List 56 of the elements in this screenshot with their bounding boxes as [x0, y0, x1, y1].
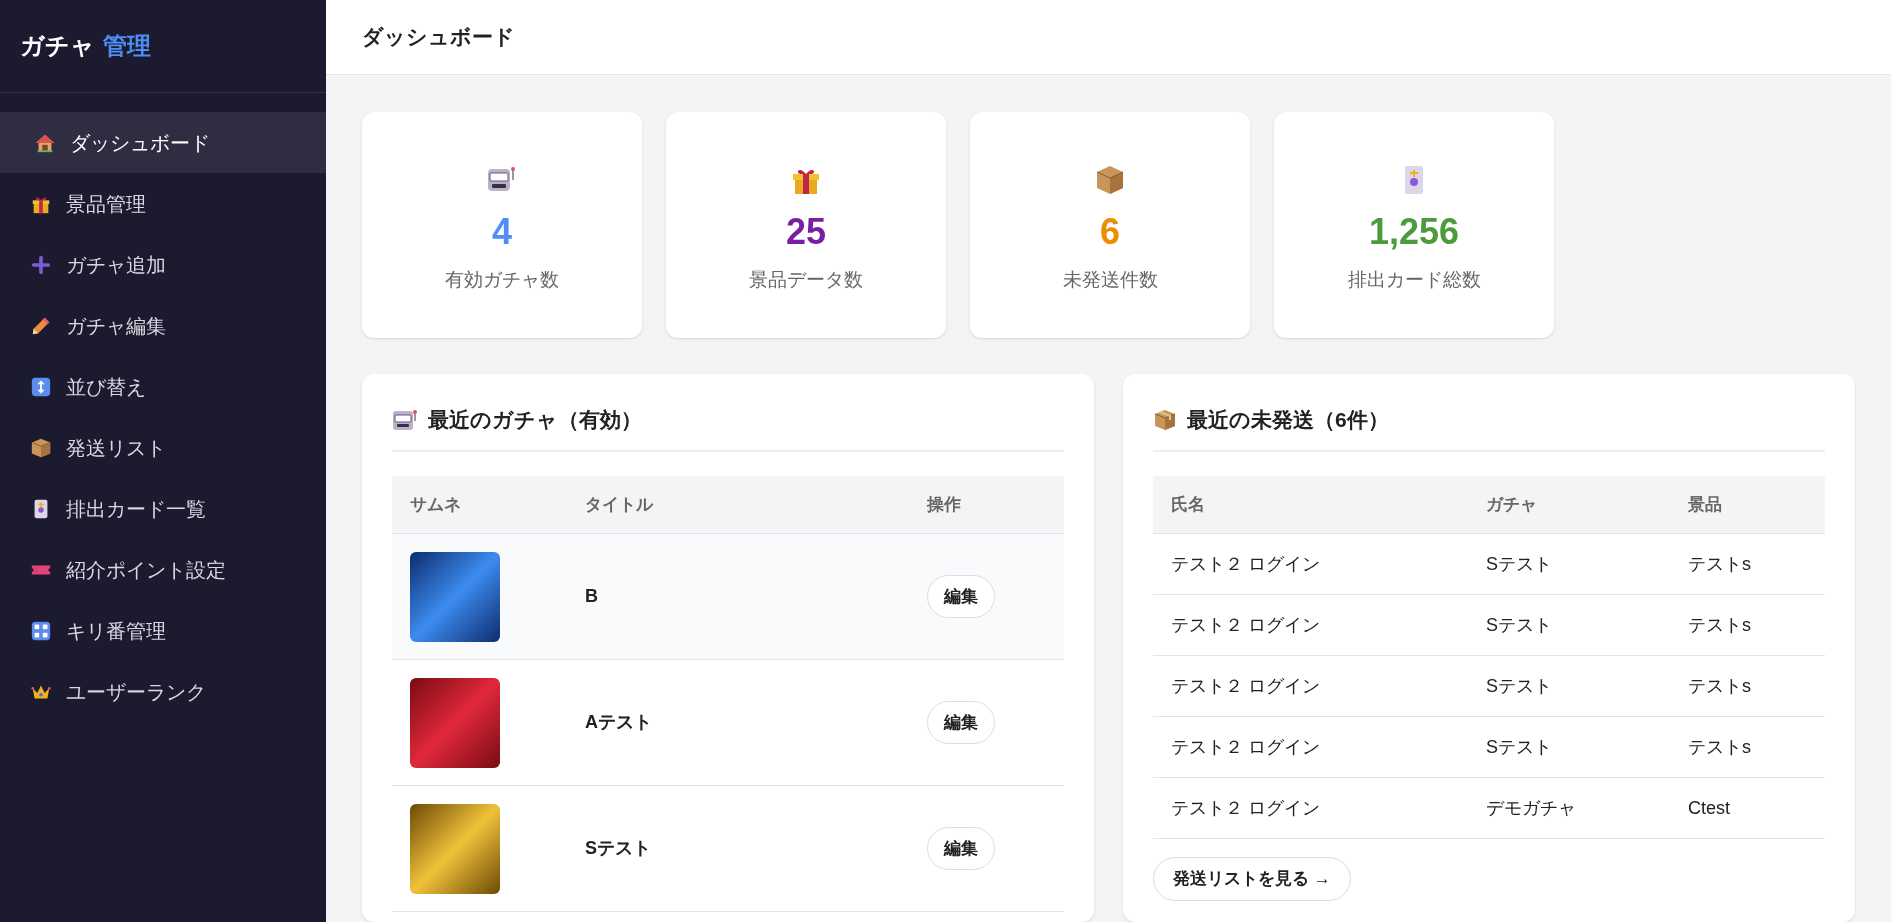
table-cell: テスト２ ログイン: [1153, 655, 1468, 717]
sidebar-item[interactable]: 景品管理: [0, 173, 326, 234]
table-cell: Sテスト: [1468, 716, 1670, 778]
panel-title: 最近の未発送（6件）: [1187, 407, 1389, 433]
logo-text: 管理: [103, 31, 151, 61]
table-cell: テスト２ ログイン: [1153, 716, 1468, 778]
table-cell: テストs: [1670, 655, 1825, 717]
table-cell: テスト２ ログイン: [1153, 594, 1468, 656]
table-cell: B: [567, 533, 909, 660]
package-icon: [1153, 407, 1177, 432]
column-header: 氏名: [1153, 475, 1468, 534]
stat-value: 1,256: [1368, 214, 1460, 250]
table-cell: テストs: [1670, 716, 1825, 778]
stat-label: 未発送件数: [1062, 268, 1158, 292]
table-cell: Sテスト: [1468, 655, 1670, 717]
sidebar-item[interactable]: ダッシュボード: [0, 112, 326, 173]
package-icon: [1094, 164, 1126, 196]
sidebar-item[interactable]: 並び替え: [0, 356, 326, 417]
logo-text: ガチャ: [20, 31, 95, 61]
sidebar-item[interactable]: キリ番管理: [0, 600, 326, 661]
edit-button[interactable]: 編集: [927, 826, 995, 871]
table-cell: テストs: [1670, 594, 1825, 656]
edit-button[interactable]: 編集: [927, 700, 995, 745]
number-keys-icon: [30, 619, 52, 642]
sidebar-item[interactable]: ユーザーランク: [0, 661, 326, 722]
table-cell: テスト２ ログイン: [1153, 533, 1468, 595]
sidebar-item[interactable]: ガチャ編集: [0, 295, 326, 356]
page-title: ダッシュボード: [362, 24, 515, 51]
table-cell: Aテスト: [567, 659, 909, 786]
column-header: サムネ: [392, 475, 567, 534]
stat-value: 4: [492, 214, 512, 250]
table-cell: Sテスト: [1468, 594, 1670, 656]
table-cell: テストs: [1670, 533, 1825, 595]
sidebar-item[interactable]: 排出カード一覧: [0, 478, 326, 539]
panel-title: 最近のガチャ（有効）: [428, 407, 642, 433]
slot-machine-icon: [392, 407, 418, 432]
column-header: 景品: [1670, 475, 1825, 534]
sidebar-item[interactable]: ガチャ追加: [0, 234, 326, 295]
table-cell: Sテスト: [1468, 533, 1670, 595]
plus-icon: [30, 253, 52, 276]
table-cell: Ctest: [1670, 777, 1825, 839]
edit-button[interactable]: 編集: [927, 574, 995, 619]
sidebar-item[interactable]: 紹介ポイント設定: [0, 539, 326, 600]
package-icon: [30, 436, 52, 459]
column-header: タイトル: [567, 475, 909, 534]
table-cell: デモガチャ: [1468, 777, 1670, 839]
table-cell: テスト２ ログイン: [1153, 777, 1468, 839]
table-cell: Sテスト: [567, 785, 909, 912]
column-header: 操作: [909, 475, 1064, 534]
stat-label: 景品データ数: [749, 268, 863, 292]
stat-value: 6: [1100, 214, 1120, 250]
stat-label: 有効ガチャ数: [445, 268, 559, 292]
stat-label: 排出カード総数: [1347, 268, 1481, 292]
stat-value: 25: [785, 214, 826, 250]
column-header: ガチャ: [1468, 475, 1670, 534]
sidebar-item[interactable]: 発送リスト: [0, 417, 326, 478]
